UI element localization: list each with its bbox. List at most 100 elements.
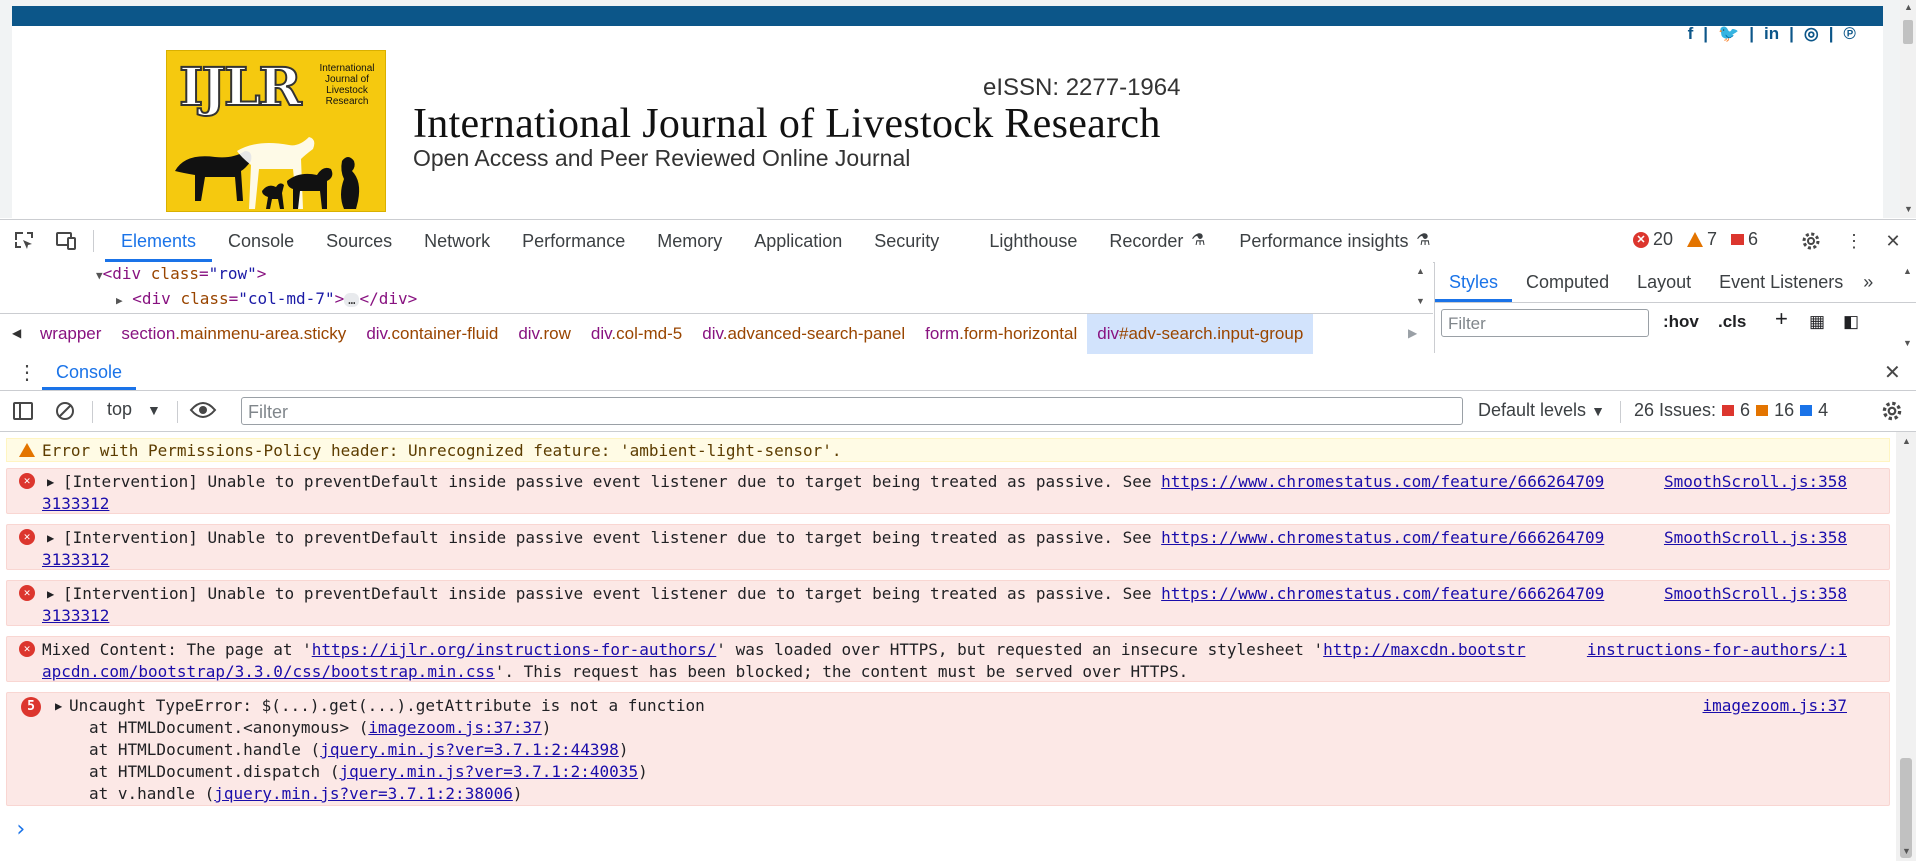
page-scrollbar-thumb[interactable] (1903, 20, 1913, 44)
tab-styles[interactable]: Styles (1435, 262, 1513, 302)
chromestatus-link[interactable]: https://www.chromestatus.com/feature/666… (1161, 584, 1604, 603)
stack-frame-link[interactable]: jquery.min.js?ver=3.7.1:2:40035 (339, 762, 638, 781)
scroll-down-icon[interactable]: ▼ (1903, 338, 1912, 348)
device-toolbar-icon[interactable] (54, 229, 78, 253)
console-scrollbar[interactable]: ▲ ▼ (1896, 432, 1916, 861)
tab-event-listeners[interactable]: Event Listeners (1705, 262, 1857, 302)
page-scrollbar[interactable]: ▲ ▼ (1900, 0, 1916, 218)
tab-lighthouse[interactable]: Lighthouse (973, 220, 1093, 262)
tab-performance-insights-label: Performance insights (1239, 231, 1409, 251)
context-selector[interactable]: top ▼ (107, 399, 161, 420)
breadcrumb-selector: #adv-search.input-group (1119, 324, 1304, 343)
class-toggle[interactable]: .cls (1718, 312, 1746, 332)
styles-filter-input[interactable]: Filter (1441, 309, 1649, 337)
expand-triangle-icon[interactable]: ▶ (47, 531, 54, 545)
expand-triangle-icon[interactable]: ▶ (55, 699, 62, 713)
new-style-rule-icon[interactable]: + (1775, 306, 1788, 332)
scroll-up-icon[interactable]: ▲ (1902, 436, 1911, 446)
source-link[interactable]: SmoothScroll.js:358 (1664, 528, 1847, 547)
scroll-down-icon[interactable]: ▼ (1904, 204, 1913, 214)
tab-sources[interactable]: Sources (310, 220, 408, 262)
stylesheet-url-link-cont[interactable]: apcdn.com/bootstrap/3.3.0/css/bootstrap.… (42, 662, 495, 681)
more-options-icon[interactable]: ⋮ (1842, 229, 1866, 253)
ellipsis-expand-button[interactable]: … (344, 293, 360, 307)
drawer-tab-console[interactable]: Console (42, 354, 137, 390)
dom-node-col-md-7[interactable]: ▶ <div class="col-md-7">… </div> (116, 289, 417, 308)
settings-gear-icon[interactable] (1799, 229, 1823, 253)
tab-elements[interactable]: Elements (105, 220, 213, 262)
toggle-sidebar-icon[interactable]: ◧ (1843, 312, 1859, 332)
elements-scrollbar[interactable]: ▲ ▼ (1412, 262, 1432, 312)
breadcrumb-item[interactable]: div#adv-search.input-group (1087, 314, 1314, 354)
stylesheet-url-link[interactable]: http://maxcdn.bootstr (1323, 640, 1525, 659)
expand-triangle-icon[interactable]: ▶ (47, 475, 54, 489)
hover-state-toggle[interactable]: :hov (1663, 312, 1699, 332)
breadcrumb-item[interactable]: div.container-fluid (356, 314, 508, 354)
source-link[interactable]: SmoothScroll.js:358 (1664, 584, 1847, 603)
tab-layout[interactable]: Layout (1623, 262, 1705, 302)
tab-performance-insights[interactable]: Performance insights ⚗ (1223, 220, 1448, 262)
more-tabs-chevron-icon[interactable]: » (1857, 262, 1879, 302)
breadcrumb-selector: .row (538, 324, 571, 343)
error-warning-counts[interactable]: ✕ 20 7 6 (1633, 229, 1758, 250)
page-url-link[interactable]: https://ijlr.org/instructions-for-author… (312, 640, 717, 659)
source-link[interactable]: imagezoom.js:37 (1703, 696, 1848, 715)
chromestatus-link[interactable]: https://www.chromestatus.com/feature/666… (1161, 528, 1604, 547)
close-drawer-icon[interactable]: ✕ (1884, 360, 1901, 385)
breadcrumb-left-arrow-icon[interactable]: ◀ (12, 326, 21, 340)
breadcrumb-item[interactable]: div.col-md-5 (581, 314, 692, 354)
breadcrumb-item[interactable]: wrapper (30, 314, 111, 354)
stack-frame-link[interactable]: jquery.min.js?ver=3.7.1:2:44398 (320, 740, 619, 759)
breadcrumb-item[interactable]: div.row (508, 314, 581, 354)
close-devtools-icon[interactable]: ✕ (1881, 229, 1905, 253)
scroll-up-icon[interactable]: ▲ (1904, 2, 1913, 12)
console-settings-gear-icon[interactable] (1880, 399, 1904, 428)
tab-recorder[interactable]: Recorder ⚗ (1093, 220, 1223, 262)
collapsed-triangle-icon[interactable]: ▶ (116, 294, 123, 307)
facebook-icon[interactable]: f (1688, 24, 1694, 44)
scroll-down-icon[interactable]: ▼ (1416, 296, 1425, 306)
chromestatus-link-cont[interactable]: 3133312 (42, 606, 109, 625)
tab-network[interactable]: Network (408, 220, 506, 262)
instagram-icon[interactable]: ◎ (1804, 24, 1819, 44)
console-filter-input[interactable]: Filter (241, 397, 1463, 425)
breadcrumb-item[interactable]: form.form-horizontal (915, 314, 1087, 354)
scroll-up-icon[interactable]: ▲ (1416, 266, 1425, 276)
live-expression-eye-icon[interactable] (189, 399, 217, 426)
twitter-icon[interactable]: 🐦 (1718, 24, 1739, 44)
scroll-down-icon[interactable]: ▼ (1902, 846, 1911, 856)
scroll-up-icon[interactable]: ▲ (1903, 266, 1912, 276)
chromestatus-link-cont[interactable]: 3133312 (42, 494, 109, 513)
tab-memory[interactable]: Memory (641, 220, 738, 262)
paint-roller-icon[interactable]: ▦ (1809, 312, 1825, 332)
console-prompt[interactable]: › (14, 817, 27, 842)
breadcrumb-item[interactable]: section.mainmenu-area.sticky (111, 314, 356, 354)
linkedin-icon[interactable]: in (1764, 24, 1779, 44)
clear-console-icon[interactable] (54, 400, 76, 427)
journal-logo[interactable]: IJLR International Journal of Livestock … (166, 50, 386, 212)
source-link[interactable]: instructions-for-authors/:1 (1587, 640, 1847, 659)
console-scrollbar-thumb[interactable] (1900, 758, 1912, 858)
pinterest-icon[interactable]: ℗ (1843, 24, 1856, 44)
expand-triangle-icon[interactable]: ▶ (47, 587, 54, 601)
log-levels-dropdown[interactable]: Default levels ▼ (1478, 400, 1605, 421)
breadcrumb-right-arrow-icon[interactable]: ▶ (1408, 326, 1417, 340)
stack-frame-close: ) (638, 762, 648, 781)
tab-security[interactable]: Security (858, 220, 973, 262)
tab-application[interactable]: Application (738, 220, 858, 262)
chromestatus-link-cont[interactable]: 3133312 (42, 550, 109, 569)
stack-frame-link[interactable]: jquery.min.js?ver=3.7.1:2:38006 (214, 784, 513, 803)
drawer-menu-icon[interactable]: ⋮ (17, 360, 37, 385)
expanded-triangle-icon[interactable]: ▼ (96, 269, 103, 282)
chromestatus-link[interactable]: https://www.chromestatus.com/feature/666… (1161, 472, 1604, 491)
issues-counter[interactable]: 26 Issues: 6 16 4 (1634, 400, 1828, 421)
show-sidebar-icon[interactable] (12, 400, 34, 427)
source-link[interactable]: SmoothScroll.js:358 (1664, 472, 1847, 491)
stack-frame-link[interactable]: imagezoom.js:37:37 (368, 718, 541, 737)
breadcrumb-item[interactable]: div.advanced-search-panel (692, 314, 915, 354)
tab-computed[interactable]: Computed (1512, 262, 1623, 302)
inspect-element-icon[interactable] (12, 229, 36, 253)
tab-performance[interactable]: Performance (506, 220, 641, 262)
dom-node-row[interactable]: ▼<div class="row"> (96, 264, 266, 283)
tab-console[interactable]: Console (212, 220, 310, 262)
